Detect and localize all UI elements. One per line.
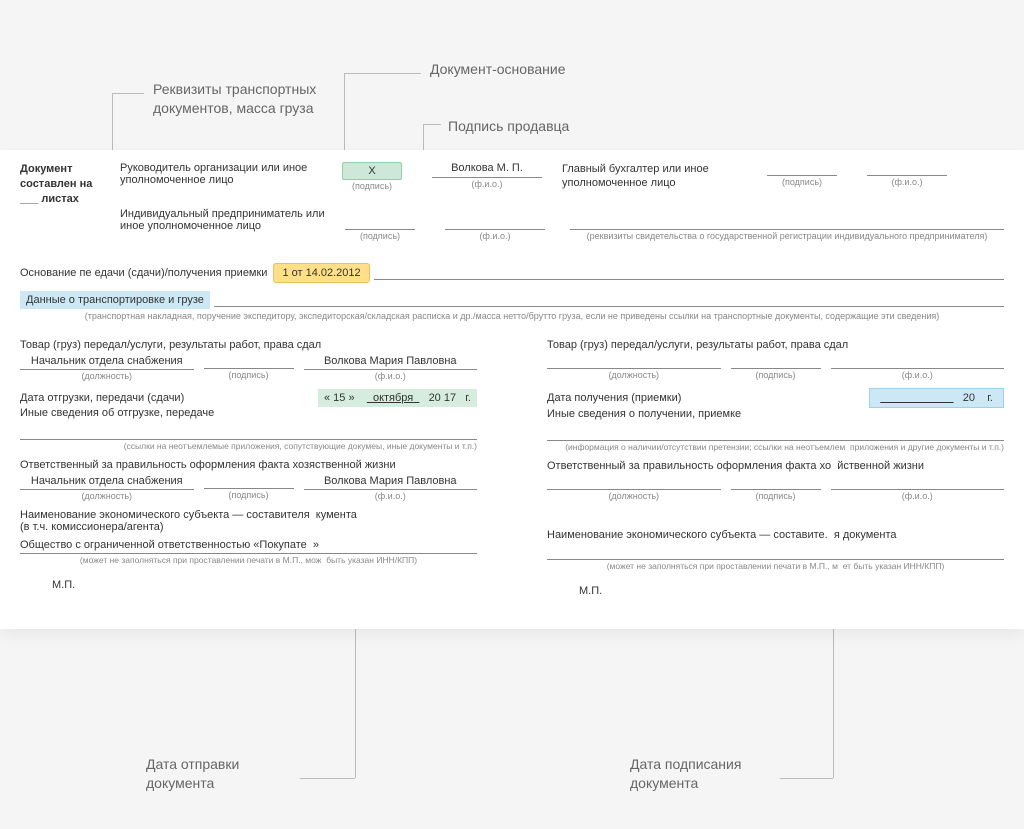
right-entity-line xyxy=(547,547,1004,560)
recv-date-value: 20 г. xyxy=(869,388,1004,408)
transport-line xyxy=(214,294,1004,307)
left-entity-sub: (в т.ч. комиссионера/агента) xyxy=(20,521,477,533)
ip-cert-slot xyxy=(570,216,1004,230)
accountant-role: Главный бухгалтер или иное уполномоченно… xyxy=(562,162,742,191)
left-mp: М.П. xyxy=(20,579,477,591)
sign-label: (подпись) xyxy=(782,177,822,187)
right-position-slot xyxy=(547,355,721,369)
right-resp-label: Ответственный за правильность оформления… xyxy=(547,460,831,472)
right-other-line xyxy=(547,428,1004,441)
accountant-fio-slot xyxy=(867,162,947,176)
right-title: Товар (груз) передал/услуги, результаты … xyxy=(547,339,1004,351)
right-other-note: (информация о наличии/отсутствии претенз… xyxy=(565,442,845,452)
basis-line xyxy=(374,267,1004,280)
leader-name: Волкова М. П. xyxy=(432,162,542,178)
ship-date-value: « 15 » октября 20 17 г. xyxy=(318,389,477,407)
left-sign-slot xyxy=(204,355,294,369)
callout-sign-date: Дата подписания документа xyxy=(630,755,780,793)
left-sign2-slot xyxy=(204,475,294,489)
right-column: Товар (груз) передал/услуги, результаты … xyxy=(547,339,1004,597)
right-entity-label: Наименование экономического субъекта — с… xyxy=(547,529,828,541)
fio-label: (ф.и.о.) xyxy=(472,179,503,189)
left-fullname2: Волкова Мария Павловна xyxy=(304,475,478,490)
left-entity-label: Наименование экономического субъекта — с… xyxy=(20,509,310,521)
leader-line xyxy=(423,124,441,125)
doc-pages-note: Документ составлен на ___ листах xyxy=(20,162,112,207)
ip-sign-slot xyxy=(345,216,415,230)
callout-send-date: Дата отправки документа xyxy=(146,755,286,793)
right-mp: М.П. xyxy=(547,585,1004,597)
left-entity-note: (может не заполняться при проставлении п… xyxy=(80,555,322,565)
left-resp-label: Ответственный за правильность оформления… xyxy=(20,459,315,471)
left-position2: Начальник отдела снабжения xyxy=(20,475,194,490)
right-fio2-slot xyxy=(831,476,1005,490)
callout-seller-sign: Подпись продавца xyxy=(448,117,618,136)
leader-sign-mark: X xyxy=(342,162,402,180)
fio-label: (ф.и.о.) xyxy=(304,371,478,381)
sign-label: (подпись) xyxy=(352,181,392,191)
document-panel: Документ составлен на ___ листах Руковод… xyxy=(0,150,1024,629)
ip-fio-slot xyxy=(445,216,545,230)
accountant-sign-slot xyxy=(767,162,837,176)
sign-label: (подпись) xyxy=(204,370,294,380)
ip-cert-note: (реквизиты свидетельства о государственн… xyxy=(570,231,1004,241)
left-other-label: Иные сведения об отгрузке, передаче xyxy=(20,407,477,419)
leader-line xyxy=(780,778,833,779)
ip-role: Индивидуальный предприниматель или иное … xyxy=(120,208,332,240)
leader-line xyxy=(396,73,421,74)
leader-role: Руководитель организации или иное уполно… xyxy=(120,162,332,202)
leader-line xyxy=(300,778,355,779)
right-fio-slot xyxy=(831,355,1005,369)
ship-date-label: Дата отгрузки, передачи (сдачи) xyxy=(20,392,184,404)
left-title: Товар (груз) передал/услуги, результаты … xyxy=(20,339,477,351)
left-entity-name: Общество с ограниченной ответственностью… xyxy=(20,539,307,551)
left-position: Начальник отдела снабжения xyxy=(20,355,194,370)
fio-label: (ф.и.о.) xyxy=(892,177,923,187)
transport-label: Данные о транспортировке и грузе xyxy=(20,291,210,309)
leader-line xyxy=(344,73,396,74)
right-position2-slot xyxy=(547,476,721,490)
left-column: Товар (груз) передал/услуги, результаты … xyxy=(20,339,477,597)
position-label: (должность) xyxy=(20,371,194,381)
transport-note: (транспортная накладная, поручение экспе… xyxy=(20,311,1004,321)
fio-label: (ф.и.о.) xyxy=(480,231,511,241)
left-fullname: Волкова Мария Павловна xyxy=(304,355,478,370)
basis-label: Основание пе едачи (сдачи)/получения при… xyxy=(20,267,267,279)
callout-transport: Реквизиты транспортных документов, масса… xyxy=(153,80,343,118)
callout-basis-doc: Документ-основание xyxy=(430,60,610,79)
right-other-label: Иные сведения о получении, приемке xyxy=(547,408,1004,420)
right-entity-note: (может не заполняться при проставлении п… xyxy=(607,561,838,571)
left-other-line xyxy=(20,427,477,440)
leader-line xyxy=(112,93,144,94)
right-sign2-slot xyxy=(731,476,821,490)
recv-date-label: Дата получения (приемки) xyxy=(547,392,681,404)
sign-label: (подпись) xyxy=(360,231,400,241)
left-other-note: (ссылки на неотъемлемые приложения, сопу… xyxy=(124,441,376,451)
right-sign-slot xyxy=(731,355,821,369)
basis-value: 1 от 14.02.2012 xyxy=(273,263,369,283)
